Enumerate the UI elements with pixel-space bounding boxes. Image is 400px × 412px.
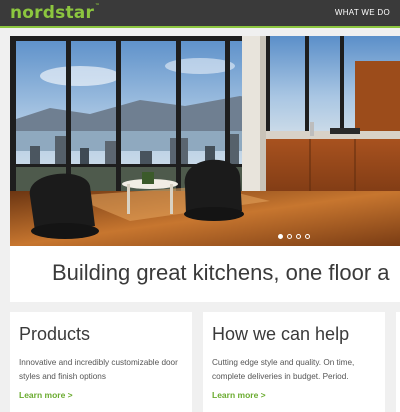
card-title: Products: [19, 324, 91, 344]
headline-band: Building great kitchens, one floor a: [10, 246, 400, 302]
card-body: Cutting edge style and quality. On time,…: [212, 358, 355, 381]
slide-dot-4[interactable]: [305, 234, 310, 239]
learn-more-link[interactable]: Learn more >: [212, 390, 266, 400]
kitchen-photo: [10, 36, 400, 246]
nav-what-we-do[interactable]: WHAT WE DO: [335, 8, 390, 17]
trademark-mark: ™: [95, 3, 101, 9]
card-third-edge: [396, 312, 400, 412]
card-title: How we can help: [212, 324, 350, 344]
slide-dot-2[interactable]: [287, 234, 292, 239]
card-products: Products Innovative and incredibly custo…: [10, 312, 192, 412]
nordstar-logo[interactable]: nordstar™: [10, 3, 100, 23]
logo-text: nordstar: [10, 3, 95, 23]
slide-dot-1[interactable]: [278, 234, 283, 239]
top-bar: nordstar™ WHAT WE DO: [0, 0, 400, 28]
learn-more-link[interactable]: Learn more >: [19, 390, 73, 400]
hero-slideshow: [10, 36, 400, 246]
slide-dot-3[interactable]: [296, 234, 301, 239]
card-body: Innovative and incredibly customizable d…: [19, 358, 178, 381]
slide-indicators: [278, 234, 310, 242]
page-headline: Building great kitchens, one floor a: [52, 260, 390, 285]
card-how-we-can-help: How we can help Cutting edge style and q…: [203, 312, 385, 412]
